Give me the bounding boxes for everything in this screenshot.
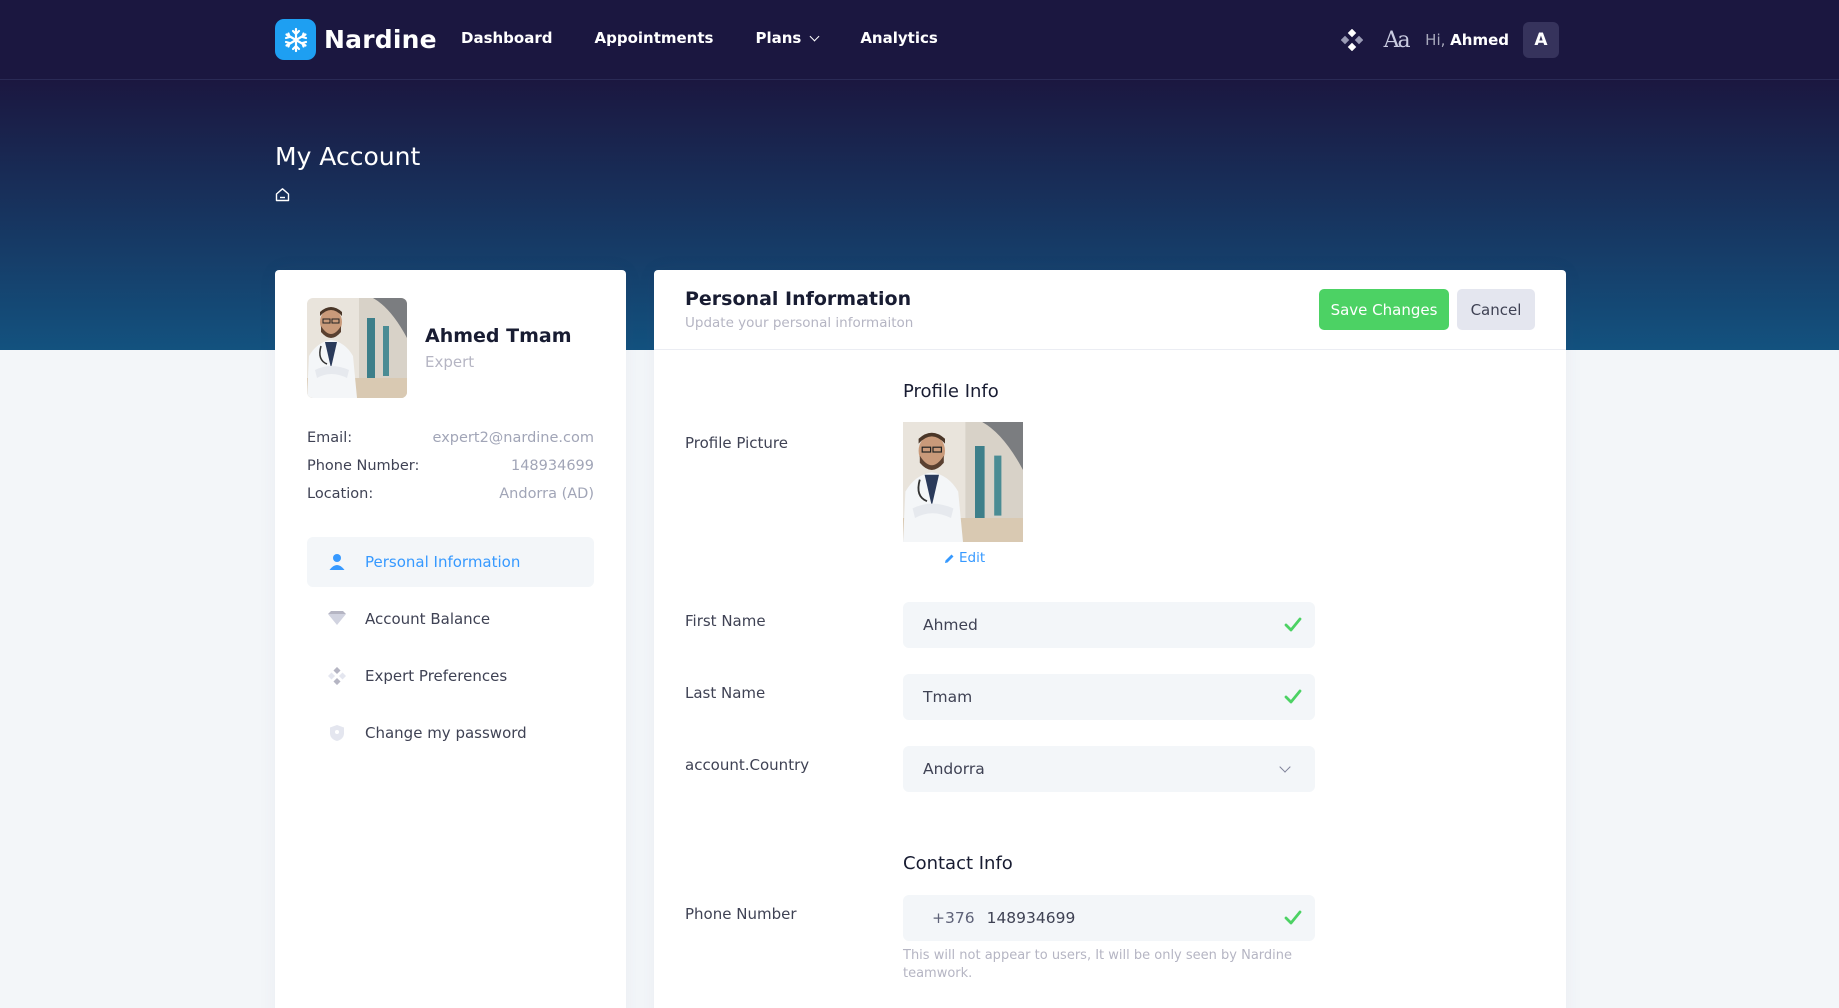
nav-appointments[interactable]: Appointments [594,29,713,47]
chevron-down-icon [1279,761,1291,773]
header-toolbar: Aa Hi, Ahmed A [1333,21,1559,59]
menu-personal-information-label: Personal Information [365,553,521,571]
font-size-label: Aa [1383,27,1411,53]
nav-analytics-label: Analytics [860,29,938,47]
country-label: account.Country [685,756,810,774]
menu-account-balance[interactable]: Account Balance [307,594,594,644]
nav-analytics[interactable]: Analytics [860,29,937,47]
profile-picture[interactable] [903,422,1023,542]
diamond-icon [327,609,347,629]
location-row: Location: Andorra (AD) [307,486,594,502]
last-name-value: Tmam [923,688,973,706]
account-menu: Personal Information Account Balance Exp… [307,537,594,765]
phone-row: Phone Number: 148934699 [307,458,594,474]
check-icon [1283,615,1303,635]
user-name: Ahmed [1450,31,1509,49]
menu-account-balance-label: Account Balance [365,610,491,628]
check-icon [1283,908,1303,928]
brand[interactable]: Nardine [275,19,437,60]
first-name-value: Ahmed [923,616,978,634]
profile-card: Ahmed Tmam Expert Email: expert2@nardine… [275,270,626,1008]
nav-dashboard[interactable]: Dashboard [461,29,552,47]
last-name-field[interactable]: Tmam [903,674,1315,720]
pencil-icon [944,553,955,564]
page-title: My Account [275,142,421,171]
phone-value: 148934699 [510,458,594,474]
top-navbar: Nardine Dashboard Appointments Plans Ana… [0,0,1839,80]
phone-label: Phone Number: [307,458,420,474]
edit-picture-link[interactable]: Edit [944,550,985,566]
preferences-icon [327,666,347,686]
phone-hint: This will not appear to users, It will b… [903,948,1293,981]
logo-icon [275,19,316,60]
nav-plans-label: Plans [755,29,802,47]
personal-info-card: Personal Information Update your persona… [654,270,1566,1008]
save-button[interactable]: Save Changes [1319,289,1449,330]
greeting-text: Hi, [1425,31,1446,49]
contact-info-heading: Contact Info [903,853,1013,874]
country-select[interactable]: Andorra [903,746,1315,792]
shield-icon [327,723,347,743]
card-header: Personal Information Update your persona… [654,270,1566,350]
email-row: Email: expert2@nardine.com [307,430,594,446]
menu-change-password-label: Change my password [365,724,527,742]
phone-number-label: Phone Number [685,905,797,923]
phone-number-value: 148934699 [986,909,1076,927]
location-label: Location: [307,486,374,502]
font-size-icon[interactable]: Aa [1377,21,1415,59]
nav-plans[interactable]: Plans [755,29,820,47]
last-name-label: Last Name [685,684,766,702]
phone-country-code[interactable]: +376 [932,909,975,927]
card-subtitle: Update your personal informaiton [685,315,914,331]
card-title: Personal Information [685,288,912,310]
country-value: Andorra [923,760,985,778]
profile-avatar [307,298,407,398]
menu-change-password[interactable]: Change my password [307,708,594,758]
profile-role: Expert [425,353,475,371]
nav-dashboard-label: Dashboard [461,29,553,47]
nav-appointments-label: Appointments [594,29,714,47]
menu-personal-information[interactable]: Personal Information [307,537,594,587]
menu-expert-preferences-label: Expert Preferences [365,667,508,685]
brand-name: Nardine [324,25,437,54]
home-icon[interactable] [275,187,290,202]
location-value: Andorra (AD) [499,486,594,502]
edit-label: Edit [959,550,986,566]
phone-number-field[interactable]: +376 148934699 [903,895,1315,941]
user-greeting[interactable]: Hi, Ahmed [1425,31,1509,49]
profile-info-heading: Profile Info [903,381,999,402]
check-icon [1283,687,1303,707]
email-label: Email: [307,430,353,446]
avatar[interactable]: A [1523,22,1559,58]
menu-expert-preferences[interactable]: Expert Preferences [307,651,594,701]
profile-picture-label: Profile Picture [685,434,788,452]
first-name-field[interactable]: Ahmed [903,602,1315,648]
email-value: expert2@nardine.com [432,430,594,446]
main-nav: Dashboard Appointments Plans Analytics [461,29,980,47]
chevron-down-icon [809,31,820,41]
profile-name: Ahmed Tmam [425,325,572,347]
cancel-button[interactable]: Cancel [1457,289,1535,330]
apps-icon[interactable] [1333,21,1371,59]
user-icon [327,552,347,572]
first-name-label: First Name [685,612,766,630]
